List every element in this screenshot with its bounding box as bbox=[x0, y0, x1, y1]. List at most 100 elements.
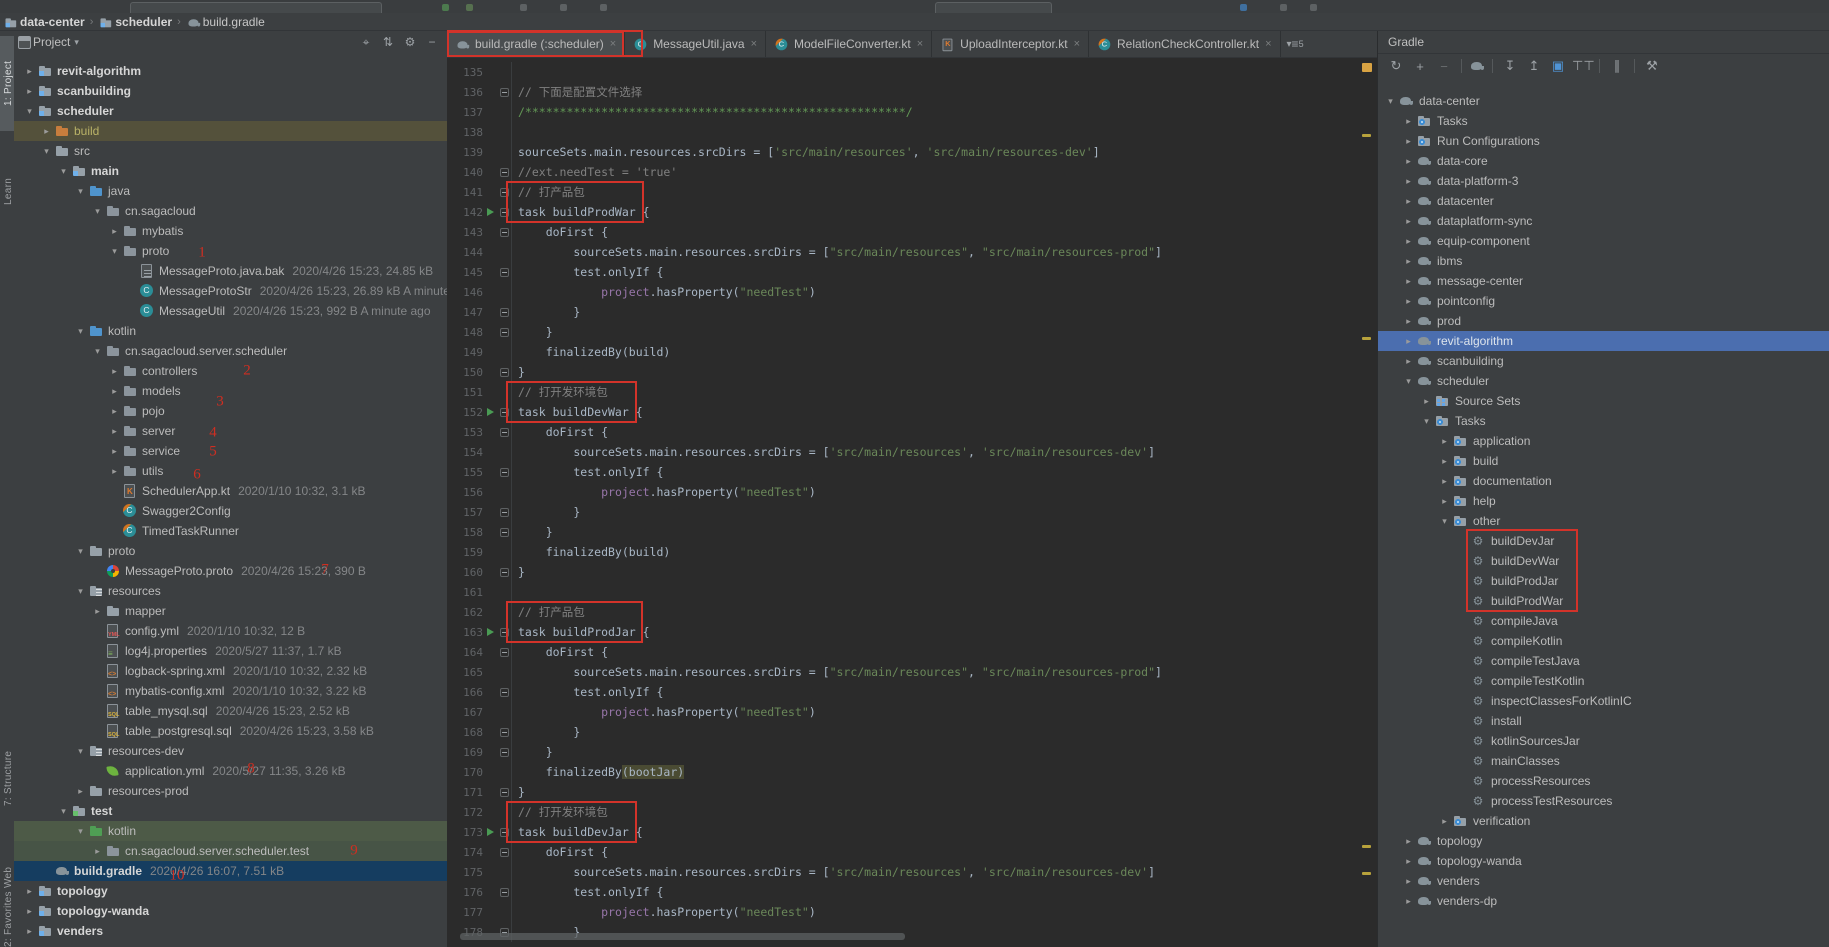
tree-collapsed-arrow-icon[interactable]: ▸ bbox=[1401, 256, 1416, 267]
fold-box-icon[interactable] bbox=[500, 368, 509, 377]
gradle-tree-row[interactable]: ▸topology-wanda bbox=[1378, 851, 1829, 871]
fold-marker-icon[interactable] bbox=[497, 642, 512, 662]
fold-marker-icon[interactable] bbox=[497, 682, 512, 702]
tool-window-button[interactable]: 2: Favorites bbox=[0, 901, 14, 947]
editor-tab[interactable]: UploadInterceptor.kt× bbox=[932, 31, 1089, 57]
tool-window-button[interactable]: 7: Structure bbox=[0, 728, 14, 828]
fold-marker-icon[interactable] bbox=[497, 842, 512, 862]
gradle-tree-row[interactable]: ▸Source Sets bbox=[1378, 391, 1829, 411]
tree-row[interactable]: MessageProto.java.bak2020/4/26 15:23, 24… bbox=[14, 261, 447, 281]
fold-box-icon[interactable] bbox=[500, 308, 509, 317]
tree-row[interactable]: table_mysql.sql2020/4/26 15:23, 2.52 kB bbox=[14, 701, 447, 721]
tree-collapsed-arrow-icon[interactable]: ▸ bbox=[22, 926, 37, 937]
tree-collapsed-arrow-icon[interactable]: ▸ bbox=[1437, 816, 1452, 827]
tree-collapsed-arrow-icon[interactable]: ▸ bbox=[1401, 316, 1416, 327]
toolbar-icon[interactable] bbox=[1240, 4, 1247, 11]
warning-stripe-mark[interactable] bbox=[1362, 337, 1371, 340]
gradle-tree-row[interactable]: ▾Tasks bbox=[1378, 411, 1829, 431]
tree-expanded-arrow-icon[interactable]: ▾ bbox=[73, 746, 88, 757]
tree-row[interactable]: ▸topology bbox=[14, 881, 447, 901]
tree-collapsed-arrow-icon[interactable]: ▸ bbox=[22, 66, 37, 77]
tree-collapsed-arrow-icon[interactable]: ▸ bbox=[1401, 136, 1416, 147]
fold-marker-icon[interactable] bbox=[497, 262, 512, 282]
tree-collapsed-arrow-icon[interactable]: ▸ bbox=[22, 86, 37, 97]
gradle-tree-row[interactable]: ▸verification bbox=[1378, 811, 1829, 831]
tree-collapsed-arrow-icon[interactable]: ▸ bbox=[107, 386, 122, 397]
tree-row[interactable]: ▾main bbox=[14, 161, 447, 181]
tree-collapsed-arrow-icon[interactable]: ▸ bbox=[1401, 296, 1416, 307]
gradle-tree-row[interactable]: buildDevJar bbox=[1378, 531, 1829, 551]
tree-row[interactable]: ▾proto bbox=[14, 541, 447, 561]
fold-box-icon[interactable] bbox=[500, 848, 509, 857]
gradle-tree-row[interactable]: ▸prod bbox=[1378, 311, 1829, 331]
tree-row[interactable]: ▾cn.sagacloud bbox=[14, 201, 447, 221]
gradle-tree-row[interactable]: ▸scanbuilding bbox=[1378, 351, 1829, 371]
debug-button-icon[interactable] bbox=[466, 4, 473, 11]
gradle-settings-icon[interactable]: ⚒ bbox=[1642, 58, 1662, 74]
gradle-tree-row[interactable]: ▸application bbox=[1378, 431, 1829, 451]
tree-row[interactable]: ▸venders bbox=[14, 921, 447, 941]
fold-box-icon[interactable] bbox=[500, 728, 509, 737]
fold-marker-icon[interactable] bbox=[497, 742, 512, 762]
toolbar-icon[interactable] bbox=[1280, 4, 1287, 11]
collapse-all-icon[interactable]: ↥ bbox=[1524, 58, 1544, 74]
fold-box-icon[interactable] bbox=[500, 88, 509, 97]
tree-collapsed-arrow-icon[interactable]: ▸ bbox=[107, 406, 122, 417]
tree-collapsed-arrow-icon[interactable]: ▸ bbox=[1419, 396, 1434, 407]
gradle-tree-row[interactable]: processResources bbox=[1378, 771, 1829, 791]
tree-collapsed-arrow-icon[interactable]: ▸ bbox=[1401, 176, 1416, 187]
close-tab-icon[interactable]: × bbox=[917, 38, 923, 50]
tree-collapsed-arrow-icon[interactable]: ▸ bbox=[1401, 336, 1416, 347]
tree-collapsed-arrow-icon[interactable]: ▸ bbox=[1401, 156, 1416, 167]
tree-expanded-arrow-icon[interactable]: ▾ bbox=[22, 106, 37, 117]
fold-box-icon[interactable] bbox=[500, 788, 509, 797]
tree-expanded-arrow-icon[interactable]: ▾ bbox=[90, 346, 105, 357]
fold-box-icon[interactable] bbox=[500, 428, 509, 437]
run-toolbar-icon[interactable]: ∥ bbox=[1607, 58, 1627, 74]
fold-marker-icon[interactable] bbox=[497, 462, 512, 482]
tree-row[interactable]: ▸resources-prod bbox=[14, 781, 447, 801]
run-button-icon[interactable] bbox=[442, 4, 449, 11]
expand-all-icon[interactable]: ↧ bbox=[1500, 58, 1520, 74]
fold-marker-icon[interactable] bbox=[497, 222, 512, 242]
tree-collapsed-arrow-icon[interactable]: ▸ bbox=[1437, 496, 1452, 507]
tree-row[interactable]: ▸mapper bbox=[14, 601, 447, 621]
tree-expanded-arrow-icon[interactable]: ▾ bbox=[73, 326, 88, 337]
breadcrumb-item[interactable]: scheduler bbox=[115, 15, 172, 29]
tree-expanded-arrow-icon[interactable]: ▾ bbox=[1437, 516, 1452, 527]
tree-collapsed-arrow-icon[interactable]: ▸ bbox=[1401, 896, 1416, 907]
fold-box-icon[interactable] bbox=[500, 648, 509, 657]
gradle-tree-row[interactable]: compileTestJava bbox=[1378, 651, 1829, 671]
editor-error-stripe[interactable] bbox=[1360, 58, 1374, 947]
tree-expanded-arrow-icon[interactable]: ▾ bbox=[1383, 96, 1398, 107]
tree-row[interactable]: ▾resources bbox=[14, 581, 447, 601]
gradle-tree-row[interactable]: ▸dataplatform-sync bbox=[1378, 211, 1829, 231]
tree-expanded-arrow-icon[interactable]: ▾ bbox=[73, 826, 88, 837]
tree-row[interactable]: build.gradle2020/4/26 16:07, 7.51 kB bbox=[14, 861, 447, 881]
tree-expanded-arrow-icon[interactable]: ▾ bbox=[39, 146, 54, 157]
tree-row[interactable]: ▸cn.sagacloud.server.scheduler.test bbox=[14, 841, 447, 861]
gradle-tree-row[interactable]: ▸venders bbox=[1378, 871, 1829, 891]
gradle-tree-row[interactable]: compileKotlin bbox=[1378, 631, 1829, 651]
run-task-icon[interactable] bbox=[483, 208, 497, 216]
tree-collapsed-arrow-icon[interactable]: ▸ bbox=[90, 606, 105, 617]
tree-collapsed-arrow-icon[interactable]: ▸ bbox=[1401, 356, 1416, 367]
tree-row[interactable]: application.yml2020/5/27 11:35, 3.26 kB bbox=[14, 761, 447, 781]
gradle-tree-row[interactable]: ▸topology bbox=[1378, 831, 1829, 851]
editor-horizontal-scrollbar[interactable] bbox=[460, 933, 905, 940]
fold-box-icon[interactable] bbox=[500, 748, 509, 757]
chevron-down-icon[interactable]: ▾ bbox=[74, 37, 79, 48]
tree-collapsed-arrow-icon[interactable]: ▸ bbox=[107, 466, 122, 477]
gradle-tree-row[interactable]: ▸Tasks bbox=[1378, 111, 1829, 131]
fold-marker-icon[interactable] bbox=[497, 722, 512, 742]
tree-collapsed-arrow-icon[interactable]: ▸ bbox=[1437, 436, 1452, 447]
editor-tab[interactable]: ModelFileConverter.kt× bbox=[766, 31, 932, 57]
fold-box-icon[interactable] bbox=[500, 268, 509, 277]
hidden-tabs-selector[interactable]: ▾≡5 bbox=[1287, 31, 1304, 57]
project-panel-title[interactable]: Project bbox=[33, 35, 70, 49]
gradle-tree-row[interactable]: compileJava bbox=[1378, 611, 1829, 631]
fold-marker-icon[interactable] bbox=[497, 362, 512, 382]
toolbar-icon[interactable] bbox=[600, 4, 607, 11]
tree-row[interactable]: ▸service bbox=[14, 441, 447, 461]
close-tab-icon[interactable]: × bbox=[1074, 38, 1080, 50]
